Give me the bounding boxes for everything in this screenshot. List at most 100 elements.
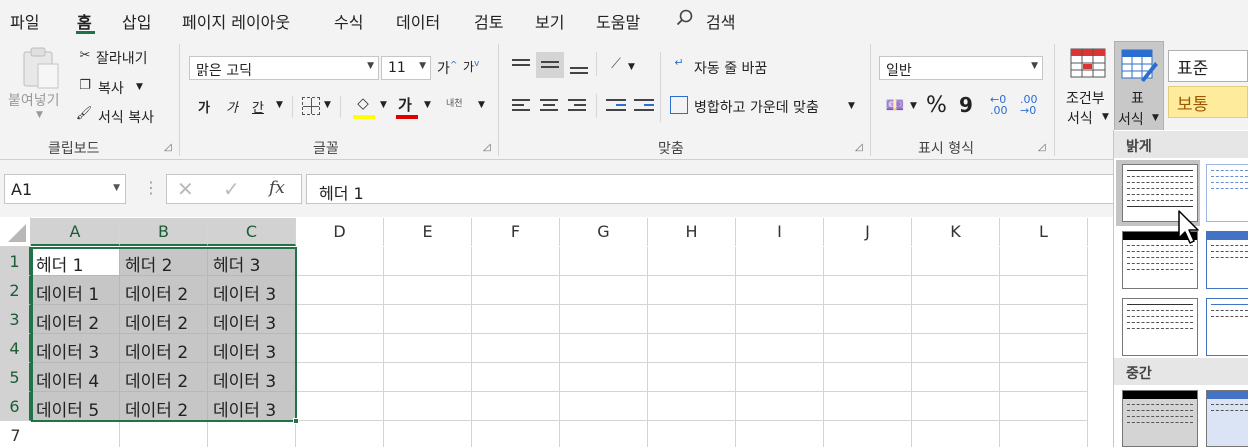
cell-h4[interactable] [648,334,736,363]
cell-i7[interactable] [736,421,824,447]
cell-b5[interactable]: 데이터 2 [120,363,208,392]
borders-icon[interactable] [302,97,320,115]
clipboard-icon[interactable] [18,44,64,92]
fill-color-icon[interactable]: ◇ [352,94,374,112]
cell-e4[interactable] [384,334,472,363]
merge-dropdown-icon[interactable]: ▼ [848,101,855,111]
style-neutral[interactable]: 보통 [1168,86,1248,118]
cell-g3[interactable] [560,305,648,334]
bold-button[interactable]: 가 [198,97,210,116]
italic-button[interactable]: 가 [226,97,238,116]
cell-j6[interactable] [824,392,912,421]
cell-e3[interactable] [384,305,472,334]
cell-d1[interactable] [296,247,384,276]
cell-b3[interactable]: 데이터 2 [120,305,208,334]
cell-l1[interactable] [1000,247,1088,276]
column-header-e[interactable]: E [384,218,472,246]
cell-i3[interactable] [736,305,824,334]
cell-l2[interactable] [1000,276,1088,305]
cell-e5[interactable] [384,363,472,392]
cell-k4[interactable] [912,334,1000,363]
orientation-icon[interactable]: ⟋ [604,56,628,72]
wrap-text-button[interactable]: 자동 줄 바꿈 [694,58,767,78]
shrink-font-button[interactable]: 가v [463,58,479,75]
row-header-1[interactable]: 1 [0,247,31,276]
select-all-corner[interactable] [0,217,31,247]
worksheet-grid[interactable]: ABCDEFGHIJKL 1234567 헤더 1 헤더 2 헤더 3 데이터 1 데이… [0,217,1113,447]
cell-f3[interactable] [472,305,560,334]
insert-function-icon[interactable]: fx [269,178,285,198]
cell-c1[interactable]: 헤더 3 [208,247,296,276]
cell-k7[interactable] [912,421,1000,447]
column-header-i[interactable]: I [736,218,824,246]
font-color-dropdown-icon[interactable]: ▼ [424,100,431,110]
cell-c5[interactable]: 데이터 3 [208,363,296,392]
cut-button[interactable]: 잘라내기 [96,48,148,68]
cell-a2[interactable]: 데이터 1 [31,276,120,305]
cell-g4[interactable] [560,334,648,363]
more-options-icon[interactable]: ⋮ [143,178,159,197]
cell-d6[interactable] [296,392,384,421]
cell-i2[interactable] [736,276,824,305]
style-normal[interactable]: 표준 [1168,50,1248,82]
table-style-light-2[interactable] [1206,164,1248,222]
cell-j4[interactable] [824,334,912,363]
cell-h5[interactable] [648,363,736,392]
accounting-dropdown-icon[interactable]: ▼ [910,101,917,111]
borders-dropdown-icon[interactable]: ▼ [324,100,331,110]
alignment-launcher-icon[interactable]: ◿ [855,142,863,153]
align-right-icon[interactable] [568,96,586,114]
column-header-h[interactable]: H [648,218,736,246]
column-header-l[interactable]: L [1000,218,1088,246]
cell-k3[interactable] [912,305,1000,334]
table-style-medium-2[interactable] [1206,390,1248,447]
cell-a4[interactable]: 데이터 3 [31,334,120,363]
cell-e7[interactable] [384,421,472,447]
cell-d4[interactable] [296,334,384,363]
format-as-table-button[interactable]: 표 서식 ▼ [1114,41,1164,131]
align-bottom-icon[interactable] [570,64,588,77]
cell-g6[interactable] [560,392,648,421]
column-header-j[interactable]: J [824,218,912,246]
column-header-c[interactable]: C [208,218,296,246]
name-box[interactable]: A1 ▼ [4,174,126,204]
cell-j7[interactable] [824,421,912,447]
tab-page-layout[interactable]: 페이지 레이아웃 [182,9,290,33]
cell-f2[interactable] [472,276,560,305]
cell-d7[interactable] [296,421,384,447]
cell-b2[interactable]: 데이터 2 [120,276,208,305]
cell-j1[interactable] [824,247,912,276]
cell-d2[interactable] [296,276,384,305]
cell-j3[interactable] [824,305,912,334]
align-middle-icon[interactable] [536,52,564,78]
cell-a1[interactable]: 헤더 1 [31,247,120,276]
cell-k2[interactable] [912,276,1000,305]
cell-f7[interactable] [472,421,560,447]
cell-h1[interactable] [648,247,736,276]
increase-decimal-button[interactable]: ←0 .00 [990,94,1008,116]
table-style-light-5[interactable] [1122,298,1198,356]
cell-a3[interactable]: 데이터 2 [31,305,120,334]
cell-c4[interactable]: 데이터 3 [208,334,296,363]
table-style-light-6[interactable] [1206,298,1248,356]
conditional-format-label-2[interactable]: 서식 [1067,108,1093,128]
column-header-a[interactable]: A [31,218,120,246]
conditional-dropdown-icon[interactable]: ▼ [1102,112,1109,122]
paste-button[interactable]: 붙여넣기 [8,90,60,110]
row-header-4[interactable]: 4 [0,334,31,363]
underline-dropdown-icon[interactable]: ▼ [276,100,283,110]
cell-k6[interactable] [912,392,1000,421]
cell-e1[interactable] [384,247,472,276]
cell-b6[interactable]: 데이터 2 [120,392,208,421]
paste-dropdown-icon[interactable]: ▼ [36,110,43,120]
cell-i5[interactable] [736,363,824,392]
tab-view[interactable]: 보기 [535,9,564,33]
cell-k1[interactable] [912,247,1000,276]
font-name-combo[interactable]: 맑은 고딕 ▼ [189,56,379,80]
row-header-3[interactable]: 3 [0,305,31,334]
column-header-f[interactable]: F [472,218,560,246]
grow-font-button[interactable]: 가^ [437,58,457,78]
cell-c7[interactable] [208,421,296,447]
cell-d3[interactable] [296,305,384,334]
tab-data[interactable]: 데이터 [396,9,440,33]
